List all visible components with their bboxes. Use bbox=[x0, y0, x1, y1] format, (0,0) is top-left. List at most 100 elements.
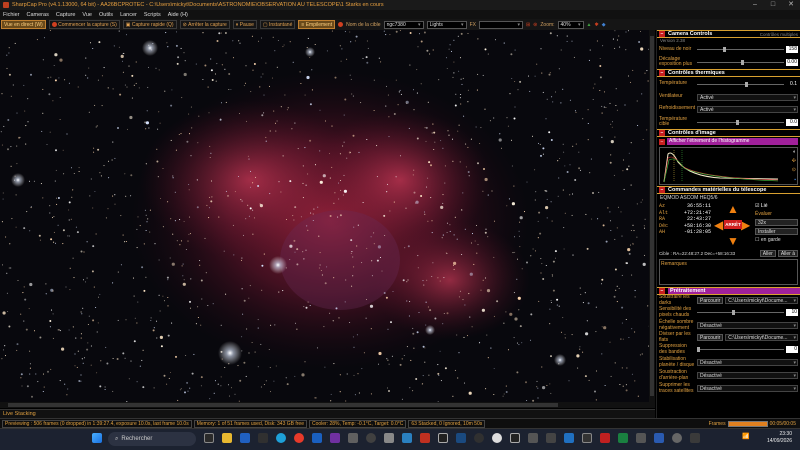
menu-cameras[interactable]: Cameras bbox=[27, 12, 49, 18]
histogram-reset-icon[interactable]: ✣ bbox=[792, 158, 796, 164]
task-view-icon[interactable] bbox=[204, 433, 214, 443]
app-icon[interactable] bbox=[258, 433, 268, 443]
black-level-slider[interactable] bbox=[697, 47, 784, 52]
histogram-zoom-icon[interactable]: ◐ bbox=[793, 149, 796, 155]
app-icon[interactable] bbox=[330, 433, 340, 443]
target-temp-value[interactable]: 0.0 bbox=[786, 118, 798, 126]
menu-lancer[interactable]: Lancer bbox=[120, 12, 137, 18]
collapse-icon[interactable]: − bbox=[659, 70, 665, 76]
goto-button[interactable]: Aller à bbox=[777, 250, 798, 257]
frame-type-select[interactable]: Lights bbox=[426, 20, 467, 29]
remarks-box[interactable]: Remarques bbox=[659, 259, 798, 285]
telescope-header[interactable]: − Commandes matérielles du télescope bbox=[657, 186, 800, 194]
menu-outils[interactable]: Outils bbox=[99, 12, 113, 18]
sharpcap-icon[interactable] bbox=[420, 433, 430, 443]
histogram-auto-icon[interactable]: ⊙ bbox=[792, 167, 796, 173]
app-icon[interactable] bbox=[456, 433, 466, 443]
app-icon[interactable] bbox=[582, 433, 592, 443]
image-horizontal-scrollbar[interactable] bbox=[0, 402, 655, 408]
app-icon[interactable] bbox=[618, 433, 628, 443]
background-select[interactable]: Désactivé bbox=[697, 372, 798, 379]
image-controls-header[interactable]: − Contrôles d'image bbox=[657, 129, 800, 137]
hotpixel-slider[interactable] bbox=[697, 310, 784, 315]
menu-aide[interactable]: Aide (H) bbox=[168, 12, 188, 18]
slew-east-icon[interactable]: ▶ bbox=[741, 219, 750, 231]
slew-south-icon[interactable]: ▼ bbox=[727, 235, 739, 247]
network-icon[interactable]: 📶 bbox=[742, 433, 756, 443]
histogram-chart[interactable]: ◐ ✣ ⊙ ▪ bbox=[659, 147, 798, 185]
exposure-offset-value[interactable]: 0.00 bbox=[786, 58, 798, 66]
pause-button[interactable]: ⏸ Pause bbox=[232, 20, 257, 29]
app-icon[interactable] bbox=[636, 433, 646, 443]
stop-capture-button[interactable]: ⊘ Arrêter la capture bbox=[179, 20, 230, 29]
thermal-header[interactable]: − Contrôles thermiques bbox=[657, 69, 800, 77]
app-icon[interactable] bbox=[366, 433, 376, 443]
linked-checkbox[interactable]: ☑ Lié bbox=[755, 203, 798, 209]
snapshot-button[interactable]: ▢ Instantané bbox=[259, 20, 296, 29]
satellite-select[interactable]: Désactivé bbox=[697, 385, 798, 392]
app-icon[interactable] bbox=[474, 433, 484, 443]
app-icon[interactable] bbox=[492, 433, 502, 443]
windows-start-icon[interactable] bbox=[92, 433, 102, 443]
taskbar-search[interactable]: ⌕ Rechercher bbox=[108, 432, 196, 446]
park-checkbox[interactable]: ☐ en garde bbox=[755, 237, 798, 243]
outlook-icon[interactable] bbox=[312, 433, 322, 443]
app-icon[interactable] bbox=[654, 433, 664, 443]
collapse-icon[interactable]: − bbox=[659, 187, 665, 193]
hotpixel-value[interactable]: 10 bbox=[786, 309, 798, 316]
app-icon[interactable] bbox=[438, 433, 448, 443]
fx-select[interactable] bbox=[478, 20, 523, 29]
taskbar-clock[interactable]: 23:30 14/09/2026 bbox=[767, 431, 792, 445]
reticle-icon[interactable]: ⊞ bbox=[526, 22, 530, 28]
stabilise-select[interactable]: Désactivé bbox=[697, 359, 798, 366]
start-capture-button[interactable]: Commencer la capture (S) bbox=[48, 20, 120, 29]
edge-icon[interactable] bbox=[276, 433, 286, 443]
app-icon[interactable] bbox=[690, 433, 700, 443]
histogram-toggle-icon[interactable]: ▲ bbox=[587, 22, 592, 28]
app-icon[interactable] bbox=[546, 433, 556, 443]
app-icon[interactable] bbox=[348, 433, 358, 443]
menu-vue[interactable]: Vue bbox=[82, 12, 92, 18]
info-icon[interactable]: ◆ bbox=[602, 22, 606, 28]
menu-capture[interactable]: Capture bbox=[56, 12, 76, 18]
cooling-select[interactable]: Activé bbox=[697, 105, 798, 113]
maximize-button[interactable]: □ bbox=[764, 0, 782, 10]
camera-controls-header[interactable]: − Camera Controls Contrôles multiples bbox=[657, 30, 800, 38]
app-icon[interactable] bbox=[528, 433, 538, 443]
zoom-select[interactable]: 40% bbox=[557, 20, 584, 29]
banding-slider[interactable] bbox=[697, 347, 784, 352]
close-button[interactable]: ✕ bbox=[782, 0, 800, 10]
go-button[interactable]: Aller bbox=[759, 250, 776, 257]
stop-slew-button[interactable]: ARRÊT bbox=[724, 220, 742, 229]
chrome-icon[interactable] bbox=[294, 433, 304, 443]
exposure-offset-slider[interactable] bbox=[697, 59, 784, 65]
stacking-button[interactable]: ≡ Empilement bbox=[298, 20, 336, 29]
black-level-value[interactable]: 158 bbox=[786, 46, 798, 53]
histogram-save-icon[interactable]: ▪ bbox=[794, 177, 796, 183]
slew-rate-select[interactable]: 32x bbox=[755, 219, 798, 226]
app-icon[interactable] bbox=[600, 433, 610, 443]
target-name-select[interactable]: ngc7380 bbox=[383, 20, 424, 29]
minimize-button[interactable]: – bbox=[746, 0, 764, 10]
file-explorer-icon[interactable] bbox=[222, 433, 232, 443]
quick-capture-button[interactable]: ▣ Capture rapide (Q) bbox=[122, 20, 177, 29]
app-icon[interactable] bbox=[384, 433, 394, 443]
settings-icon[interactable]: ✱ bbox=[594, 22, 598, 28]
collapse-icon[interactable]: − bbox=[659, 31, 665, 37]
flat-file-select[interactable]: C:\Users\mickyt\Docume... bbox=[725, 334, 798, 341]
menu-fichier[interactable]: Fichier bbox=[3, 12, 20, 18]
multi-controls-checkbox[interactable]: Contrôles multiples bbox=[760, 32, 800, 37]
dark-file-select[interactable]: C:\Users\mickyt\Docume... bbox=[725, 297, 798, 304]
overlay-icon[interactable]: ⊛ bbox=[533, 22, 537, 28]
dark-browse-button[interactable]: Parcourir bbox=[697, 297, 724, 304]
live-stack-image[interactable] bbox=[0, 30, 655, 402]
target-temp-slider[interactable] bbox=[697, 119, 784, 125]
app-icon[interactable] bbox=[402, 433, 412, 443]
fan-select[interactable]: Activé bbox=[697, 93, 798, 101]
app-icon[interactable] bbox=[510, 433, 520, 443]
slew-north-icon[interactable]: ▲ bbox=[727, 203, 739, 215]
dark-scale-select[interactable]: Désactivé bbox=[697, 322, 798, 329]
flat-browse-button[interactable]: Parcourir bbox=[697, 334, 724, 341]
menu-scripts[interactable]: Scripts bbox=[144, 12, 161, 18]
collapse-icon[interactable]: − bbox=[659, 130, 665, 136]
